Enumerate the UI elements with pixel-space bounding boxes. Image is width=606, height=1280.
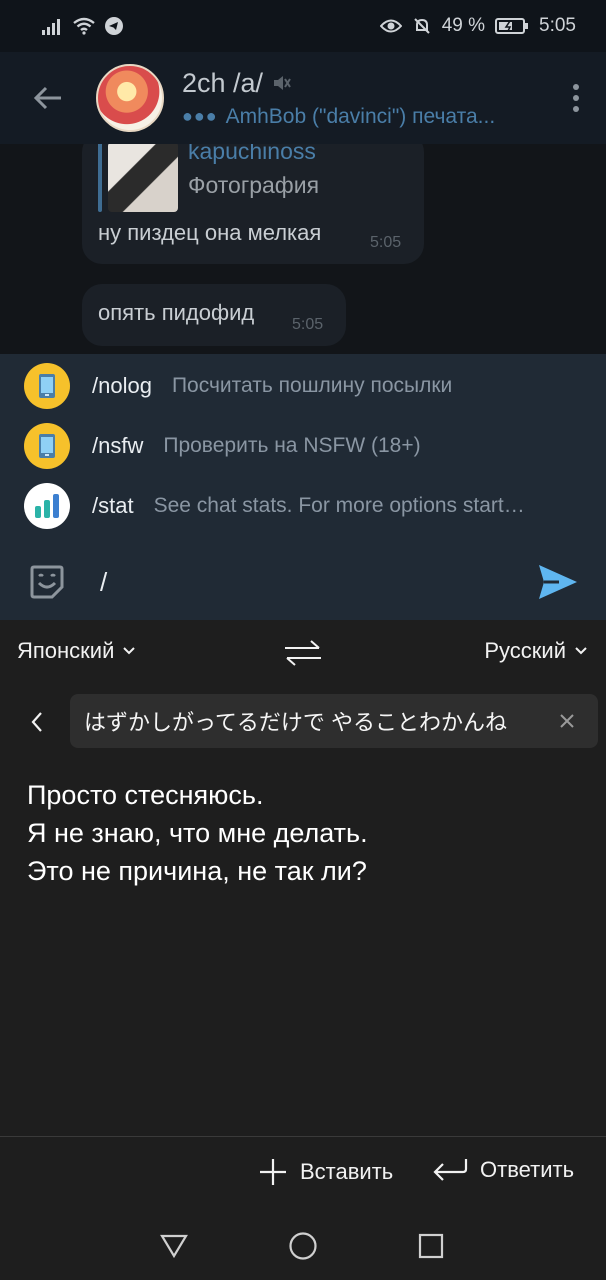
- close-icon: [560, 714, 574, 728]
- battery-icon: [495, 18, 529, 34]
- swap-arrows-icon: [285, 640, 321, 666]
- phone-app-icon: [24, 363, 70, 409]
- message-time: 5:05: [292, 316, 324, 333]
- source-language-label: Японский: [17, 638, 115, 663]
- phone-app-icon: [24, 423, 70, 469]
- target-language-select[interactable]: Русский: [484, 638, 588, 664]
- target-language-label: Русский: [484, 638, 566, 663]
- translation-line: Я не знаю, что мне делать.: [27, 818, 368, 848]
- insert-button[interactable]: Вставить: [258, 1157, 393, 1187]
- reply-button[interactable]: Ответить: [432, 1157, 574, 1183]
- signal-icon: [42, 19, 60, 35]
- translator-input-text[interactable]: はずかしがってるだけで やることわかんね: [84, 705, 534, 737]
- chat-subtitle-row: ●●● AmhBob ("davinci") печата...: [182, 105, 542, 129]
- reply-arrow-icon: [433, 1159, 468, 1181]
- triangle-back-icon: [160, 1234, 188, 1259]
- bot-commands-list: /nolog Посчитать пошлину посылки /nsfw П…: [0, 354, 606, 544]
- chevron-down-icon: [123, 647, 136, 655]
- command-name: /nolog: [92, 373, 152, 398]
- chat-avatar[interactable]: [96, 64, 164, 132]
- message-text: опять пидофид: [98, 300, 255, 325]
- battery-percent: 49 %: [441, 15, 486, 36]
- source-language-select[interactable]: Японский: [17, 638, 136, 664]
- message-text: ну пиздец она мелкая: [98, 220, 322, 245]
- nav-back-button[interactable]: [154, 1226, 194, 1266]
- translation-line: Просто стесняюсь.: [27, 780, 264, 810]
- circle-home-icon: [289, 1232, 317, 1260]
- command-item-nsfw[interactable]: /nsfw Проверить на NSFW (18+): [0, 416, 606, 476]
- translation-result: Просто стесняюсь. Я не знаю, что мне дел…: [27, 776, 368, 890]
- wifi-icon: [73, 17, 95, 35]
- typing-indicator-icon: ●●●: [182, 106, 218, 126]
- plus-icon: [260, 1159, 286, 1185]
- reply-photo-thumbnail[interactable]: [108, 144, 178, 212]
- translator-actions: Вставить Ответить: [0, 1137, 606, 1210]
- arrow-left-icon: [33, 86, 61, 110]
- bar-chart-icon: [24, 483, 70, 529]
- chat-subtitle: AmhBob ("davinci") печата...: [225, 104, 496, 128]
- status-time: 5:05: [539, 15, 576, 36]
- clear-input-button[interactable]: [552, 706, 582, 736]
- insert-label: Вставить: [300, 1159, 394, 1184]
- message-bubble[interactable]: kapuchinoss Фотография ну пиздец она мел…: [82, 144, 424, 264]
- command-item-stat[interactable]: /stat See chat stats. For more options s…: [0, 476, 606, 536]
- message-composer: /: [0, 544, 606, 620]
- command-name: /nsfw: [92, 433, 144, 458]
- muted-icon: [274, 76, 291, 90]
- sticker-icon: [30, 565, 64, 599]
- translator-back-button[interactable]: [20, 702, 54, 742]
- message-input[interactable]: /: [100, 567, 107, 598]
- more-options-button[interactable]: [546, 52, 606, 144]
- message-bubble[interactable]: опять пидофид 5:05: [82, 284, 346, 346]
- send-icon: [539, 565, 577, 599]
- chat-header: 2ch /a/ ●●● AmhBob ("davinci") печата...: [0, 52, 606, 144]
- system-nav-bar: [0, 1210, 606, 1280]
- chat-title: 2ch /a/: [182, 67, 264, 98]
- command-description: See chat stats. For more options start…: [153, 494, 525, 517]
- telegram-icon: [105, 17, 123, 35]
- back-button[interactable]: [0, 52, 96, 144]
- nav-recents-button[interactable]: [411, 1226, 451, 1266]
- reply-bar: [98, 144, 102, 212]
- chat-title-area[interactable]: 2ch /a/ ●●● AmhBob ("davinci") печата...: [182, 68, 542, 129]
- chevron-down-icon: [575, 647, 587, 655]
- status-right: 49 % 5:05: [379, 15, 576, 37]
- chat-title-row: 2ch /a/: [182, 68, 542, 99]
- square-recents-icon: [418, 1233, 444, 1259]
- command-name: /stat: [92, 493, 134, 518]
- command-description: Посчитать пошлину посылки: [171, 374, 453, 397]
- eye-icon: [379, 19, 402, 33]
- translator-input-field[interactable]: はずかしがってるだけで やることわかんね: [70, 694, 598, 748]
- reply-label: Ответить: [480, 1157, 575, 1182]
- status-bar: 49 % 5:05: [0, 0, 606, 52]
- nav-home-button[interactable]: [283, 1226, 323, 1266]
- reply-type: Фотография: [188, 172, 320, 198]
- kebab-menu-icon: [573, 84, 579, 112]
- status-left: [42, 16, 124, 36]
- swap-languages-button[interactable]: [280, 636, 326, 670]
- sticker-button[interactable]: [26, 561, 68, 603]
- send-button[interactable]: [534, 558, 582, 606]
- command-description: Проверить на NSFW (18+): [163, 434, 421, 457]
- message-time: 5:05: [370, 234, 402, 251]
- chevron-left-icon: [31, 712, 42, 732]
- translator-input-row: はずかしがってるだけで やることわかんね: [0, 694, 606, 750]
- bell-off-icon: [413, 18, 430, 34]
- translator-panel: Японский Русский はずかしがってるだけで やることわかんね Пр…: [0, 620, 606, 1136]
- reply-author: kapuchinoss: [188, 144, 316, 164]
- command-item-nolog[interactable]: /nolog Посчитать пошлину посылки: [0, 356, 606, 416]
- message-list[interactable]: kapuchinoss Фотография ну пиздец она мел…: [0, 144, 606, 354]
- translation-line: Это не причина, не так ли?: [27, 856, 367, 886]
